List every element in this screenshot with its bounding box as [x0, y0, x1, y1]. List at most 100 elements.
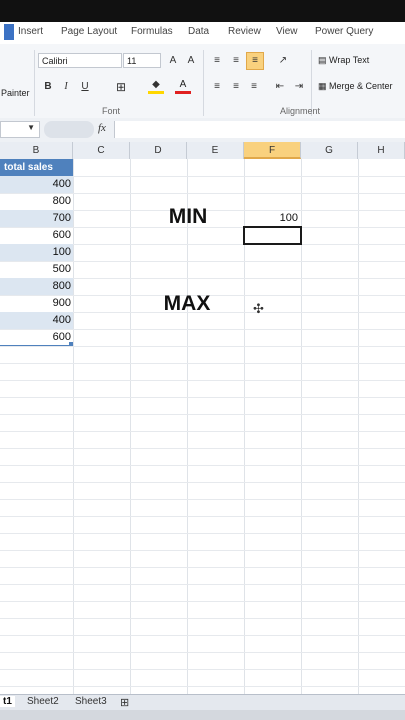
sales-cell[interactable]: 100 — [0, 244, 73, 261]
bold-button[interactable]: B — [40, 79, 56, 95]
wrap-text-icon: ▤ — [318, 55, 330, 65]
gridline — [0, 414, 405, 415]
insert-sheet-icon[interactable]: ⊞ — [120, 696, 129, 709]
gridline — [0, 346, 405, 347]
name-box[interactable]: ▼ — [0, 121, 40, 138]
gridline — [0, 686, 405, 687]
italic-button[interactable]: I — [58, 79, 74, 95]
tab-insert[interactable]: Insert — [18, 26, 43, 37]
gridline — [0, 669, 405, 670]
chevron-down-icon[interactable]: ▼ — [27, 123, 35, 132]
font-group-label: Font — [102, 106, 121, 116]
formula-input[interactable] — [114, 121, 405, 138]
sales-cell[interactable]: 900 — [0, 295, 73, 312]
sales-cell[interactable]: 700 — [0, 210, 73, 227]
sheet-tab-sheet3[interactable]: Sheet3 — [75, 696, 107, 707]
gridline — [358, 159, 359, 694]
gridline — [0, 618, 405, 619]
gridline — [0, 431, 405, 432]
gridline — [187, 159, 188, 694]
tab-review[interactable]: Review — [228, 26, 261, 37]
gridline — [0, 499, 405, 500]
gridline — [0, 448, 405, 449]
sheet-tab-sheet2[interactable]: Sheet2 — [27, 696, 59, 707]
sheet-tabs: t1 Sheet2 Sheet3 ⊞ — [0, 694, 405, 711]
column-header-c[interactable]: C — [73, 142, 130, 159]
file-tab[interactable] — [4, 24, 14, 40]
align-middle-icon[interactable]: ≡ — [228, 53, 244, 69]
ribbon-tabs: Insert Page Layout Formulas Data Review … — [0, 22, 405, 44]
column-header-f[interactable]: F — [244, 142, 301, 159]
increase-indent-icon[interactable]: ⇥ — [291, 79, 307, 95]
title-bar — [0, 0, 405, 22]
align-right-icon[interactable]: ≡ — [246, 79, 262, 95]
gridline — [0, 601, 405, 602]
sales-cell[interactable]: 500 — [0, 261, 73, 278]
ribbon: Painter Calibri 11 A A B I U ⊞ ◆ A Font … — [0, 44, 405, 119]
gridline — [130, 159, 131, 694]
gridline — [73, 159, 74, 694]
gridline — [0, 380, 405, 381]
sales-cell[interactable]: 800 — [0, 278, 73, 295]
column-header-g[interactable]: G — [301, 142, 358, 159]
gridline — [0, 635, 405, 636]
column-header-e[interactable]: E — [187, 142, 244, 159]
divider — [203, 50, 204, 116]
wrap-text-label: Wrap Text — [329, 55, 370, 65]
align-center-icon[interactable]: ≡ — [228, 79, 244, 95]
gridline — [0, 363, 405, 364]
table-resize-handle[interactable] — [69, 342, 73, 346]
cell-cursor-icon: ✣ — [253, 301, 264, 316]
column-header-b[interactable]: B — [0, 142, 73, 159]
align-bottom-icon[interactable]: ≡ — [246, 52, 264, 70]
sheet-tab-active[interactable]: t1 — [0, 696, 15, 707]
gridline — [0, 516, 405, 517]
align-left-icon[interactable]: ≡ — [209, 79, 225, 95]
font-name-select[interactable]: Calibri — [38, 53, 122, 68]
formula-bar-buttons — [44, 121, 94, 138]
column-header-h[interactable]: H — [358, 142, 405, 159]
gridline — [0, 465, 405, 466]
font-size-select[interactable]: 11 — [123, 53, 161, 68]
wrap-text-button[interactable]: ▤ Wrap Text — [318, 55, 369, 66]
sales-cell[interactable]: 600 — [0, 329, 73, 346]
min-label[interactable]: MIN — [150, 205, 226, 229]
alignment-group-label: Alignment — [280, 106, 321, 116]
column-headers: B C D E F G H — [0, 142, 405, 160]
merge-center-button[interactable]: ▦ Merge & Center — [318, 81, 393, 92]
orientation-icon[interactable]: ↗ — [275, 53, 291, 69]
tab-view[interactable]: View — [276, 26, 298, 37]
function-icon[interactable]: fx — [98, 122, 106, 134]
gridline — [0, 550, 405, 551]
worksheet-grid[interactable]: total sales 400 800 700 600 100 500 800 … — [0, 159, 405, 694]
sales-cell[interactable]: 400 — [0, 312, 73, 329]
gridline — [0, 652, 405, 653]
tab-page-layout[interactable]: Page Layout — [61, 26, 117, 37]
format-painter-button[interactable]: Painter — [1, 88, 30, 98]
status-bar — [0, 710, 405, 720]
borders-icon[interactable]: ⊞ — [113, 79, 129, 95]
align-top-icon[interactable]: ≡ — [209, 53, 225, 69]
shrink-font-icon[interactable]: A — [183, 53, 199, 69]
decrease-indent-icon[interactable]: ⇤ — [272, 79, 288, 95]
fill-color-icon[interactable]: ◆ — [148, 79, 164, 94]
sales-cell[interactable]: 800 — [0, 193, 73, 210]
gridline — [0, 482, 405, 483]
divider — [34, 50, 35, 116]
font-color-icon[interactable]: A — [175, 79, 191, 94]
formula-bar: ▼ fx — [0, 118, 405, 143]
header-cell-total-sales[interactable]: total sales — [0, 159, 73, 176]
gridline — [0, 584, 405, 585]
min-result-cell[interactable]: 100 — [244, 210, 301, 227]
active-cell-selection[interactable] — [243, 226, 302, 245]
tab-data[interactable]: Data — [188, 26, 209, 37]
tab-power-query[interactable]: Power Query — [315, 26, 373, 37]
sales-cell[interactable]: 400 — [0, 176, 73, 193]
tab-formulas[interactable]: Formulas — [131, 26, 173, 37]
sales-cell[interactable]: 600 — [0, 227, 73, 244]
merge-center-label: Merge & Center — [329, 81, 393, 91]
column-header-d[interactable]: D — [130, 142, 187, 159]
underline-button[interactable]: U — [77, 79, 93, 95]
grow-font-icon[interactable]: A — [165, 53, 181, 69]
max-label[interactable]: MAX — [146, 292, 228, 316]
